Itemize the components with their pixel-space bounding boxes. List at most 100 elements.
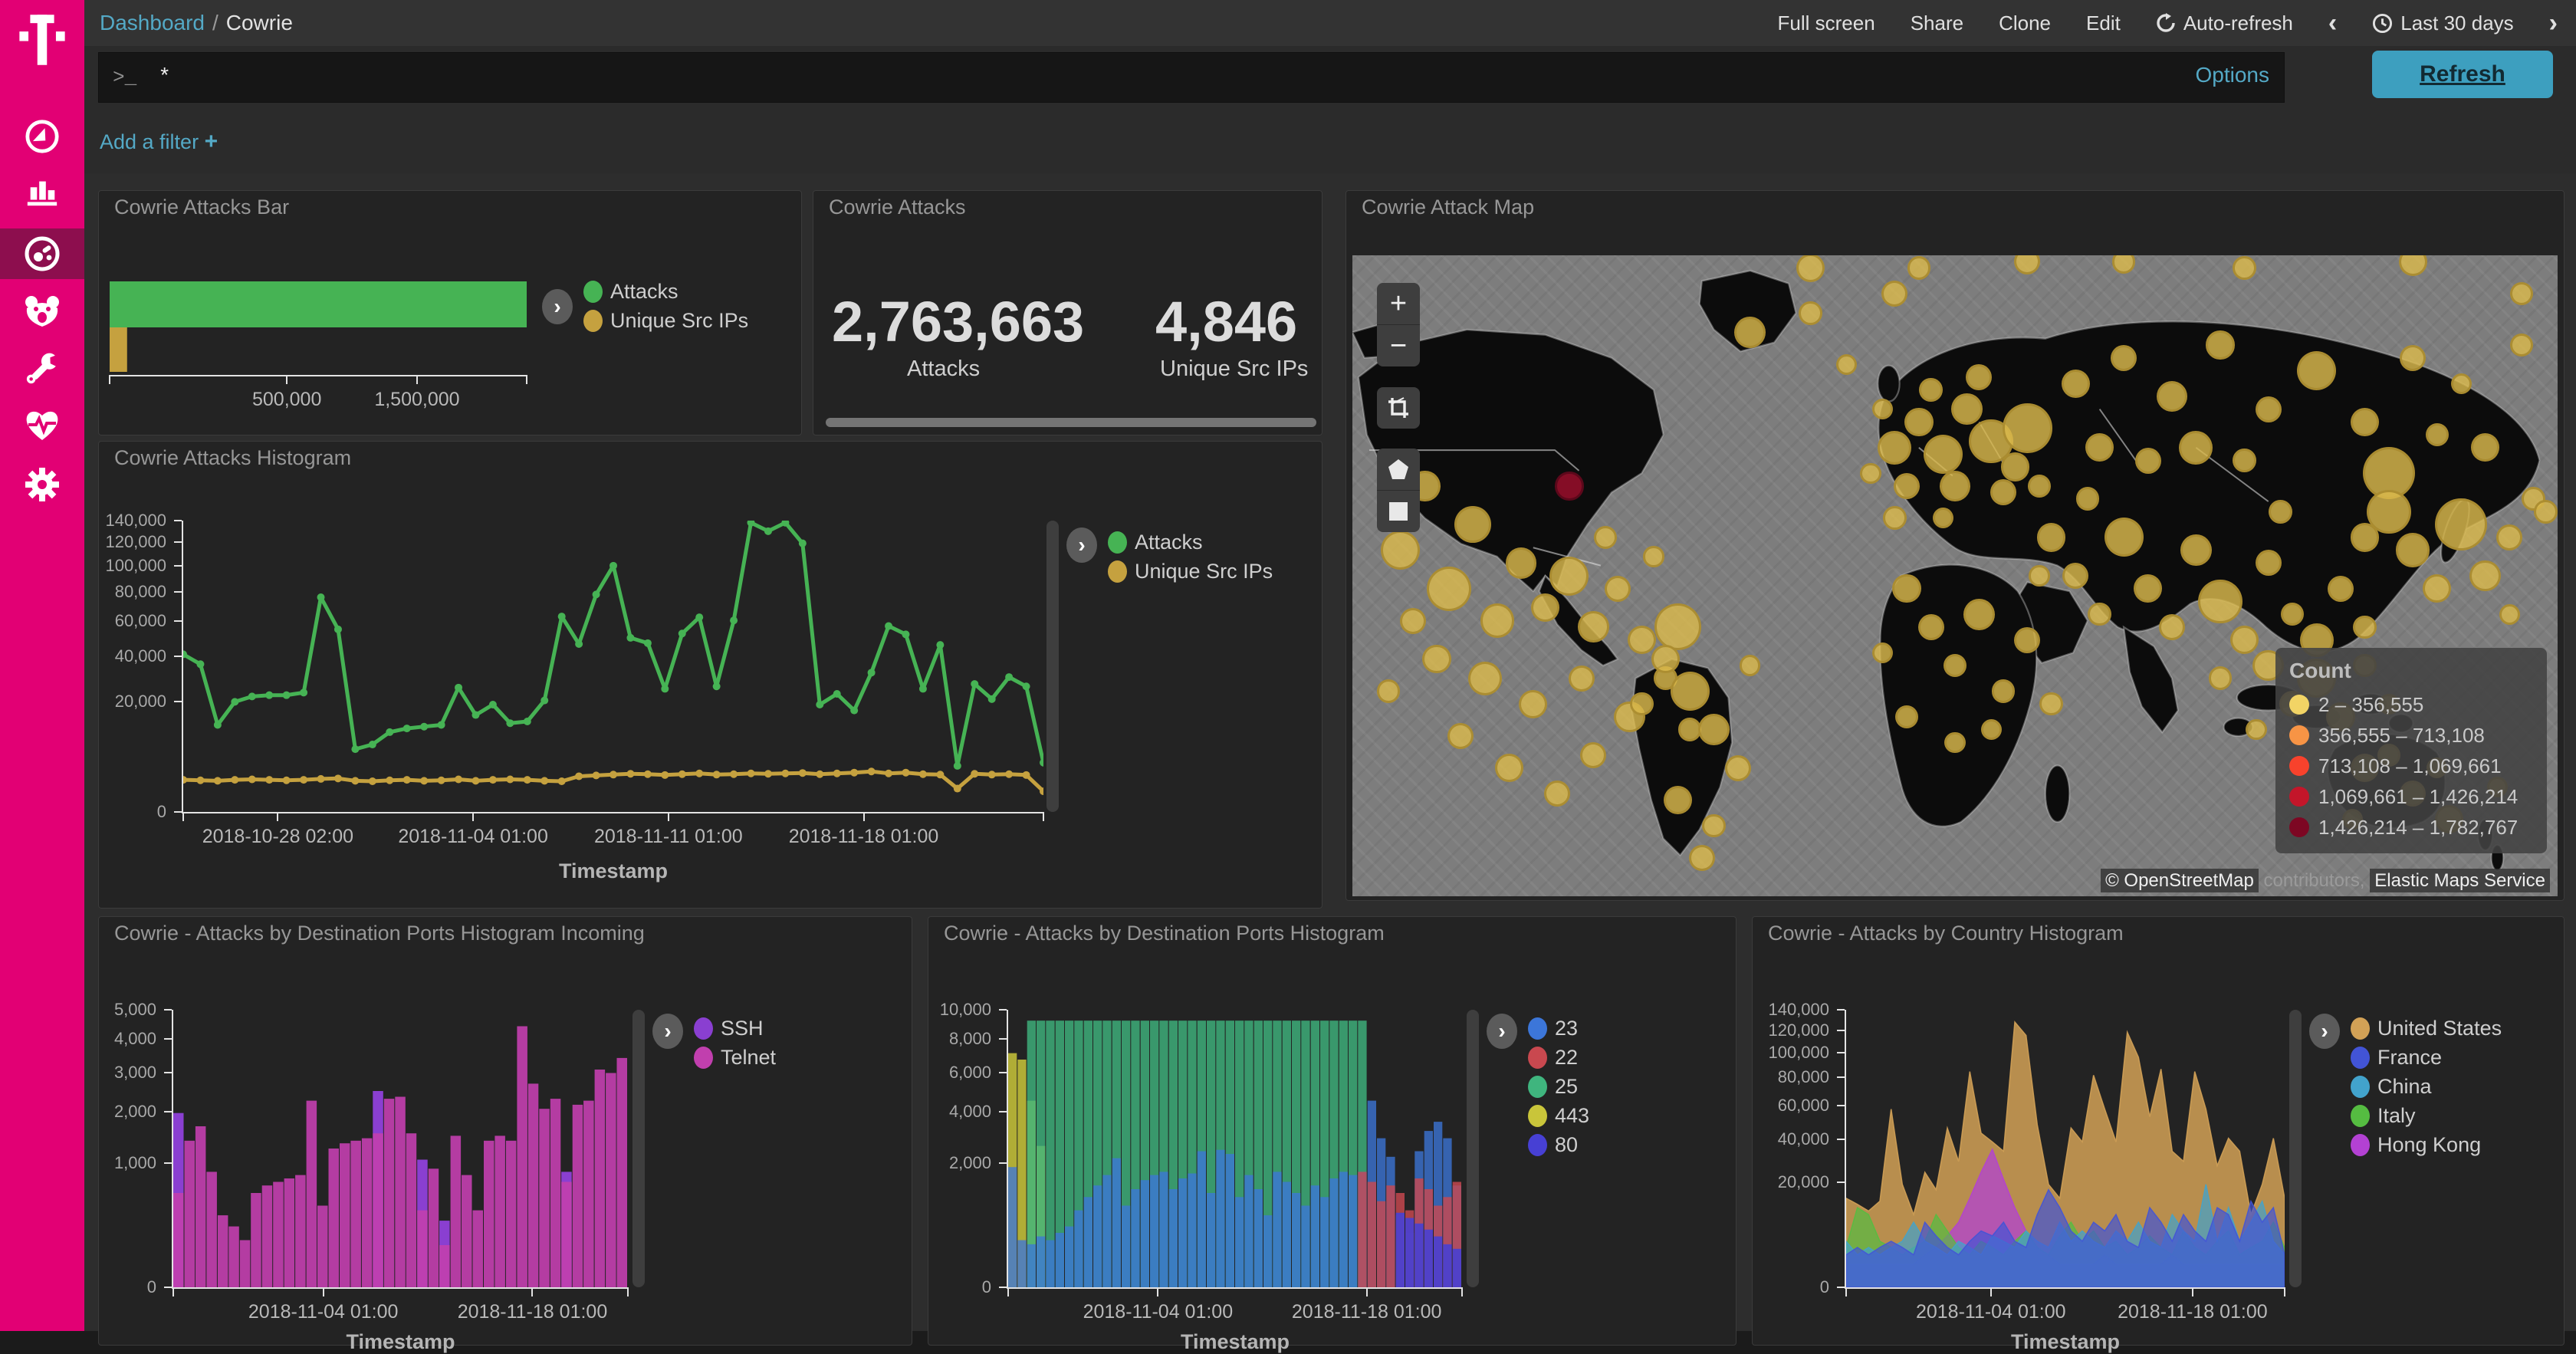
legend-toggle-chevron[interactable]: ›: [652, 1014, 683, 1049]
attack-origin-bubble[interactable]: [2246, 719, 2266, 740]
attack-origin-bubble[interactable]: [1944, 732, 1965, 753]
attack-origin-bubble[interactable]: [2351, 408, 2379, 436]
legend-item[interactable]: Unique Src IPs: [1108, 557, 1273, 586]
time-back-arrow[interactable]: ‹: [2328, 13, 2337, 33]
legend-item[interactable]: Unique Src IPs: [583, 306, 748, 335]
attack-origin-bubble[interactable]: [2256, 396, 2282, 422]
options-link[interactable]: Options: [2196, 63, 2270, 87]
attack-origin-bubble[interactable]: [2014, 627, 2040, 653]
attack-origin-bubble[interactable]: [2209, 666, 2233, 690]
attack-origin-bubble[interactable]: [2111, 345, 2137, 371]
attack-origin-bubble[interactable]: [2179, 431, 2213, 465]
horizontal-scrollbar[interactable]: [826, 418, 1316, 427]
attack-origin-bubble[interactable]: [2206, 330, 2234, 359]
attack-origin-bubble[interactable]: [1400, 608, 1426, 634]
legend-item[interactable]: France: [2351, 1043, 2502, 1072]
attack-origin-bubble[interactable]: [1981, 719, 2002, 740]
attack-origin-bubble[interactable]: [1427, 567, 1471, 611]
attack-origin-bubble[interactable]: [1883, 506, 1907, 530]
country-area-chart[interactable]: [1846, 1010, 2285, 1287]
attack-origin-bubble[interactable]: [1878, 431, 1911, 465]
attack-origin-bubble[interactable]: [1872, 642, 1893, 663]
attacks-bar-chart[interactable]: [110, 281, 527, 373]
attack-origin-bubble[interactable]: [2233, 256, 2256, 280]
attack-origin-bubble[interactable]: [1904, 408, 1933, 436]
attack-origin-bubble[interactable]: [2104, 518, 2144, 557]
legend-scrollbar[interactable]: [1467, 1010, 1479, 1287]
attack-origin-bubble[interactable]: [1377, 679, 1401, 703]
attack-origin-bubble[interactable]: [1643, 546, 1664, 567]
time-forward-arrow[interactable]: ›: [2549, 13, 2558, 33]
breadcrumb-dashboard-link[interactable]: Dashboard: [100, 11, 205, 35]
panel-attacks-histogram[interactable]: Cowrie Attacks Histogram › AttacksUnique…: [98, 441, 1322, 909]
attacks-line-chart[interactable]: [183, 521, 1043, 812]
legend-item[interactable]: 23: [1528, 1014, 1589, 1043]
panel-country-histogram[interactable]: Cowrie - Attacks by Country Histogram › …: [1752, 916, 2564, 1346]
attack-origin-bubble[interactable]: [1671, 672, 1710, 711]
attack-origin-bubble[interactable]: [2003, 403, 2052, 453]
auto-refresh-button[interactable]: Auto-refresh: [2156, 12, 2293, 35]
full-screen-button[interactable]: Full screen: [1778, 12, 1875, 35]
legend-item[interactable]: Telnet: [694, 1043, 776, 1072]
ports-incoming-bar-chart[interactable]: [173, 1010, 628, 1287]
panel-ports-histogram[interactable]: Cowrie - Attacks by Destination Ports Hi…: [928, 916, 1737, 1346]
map-polygon-tool-button[interactable]: [1377, 449, 1420, 490]
attack-origin-bubble[interactable]: [1578, 611, 1609, 642]
attack-origin-bubble[interactable]: [1924, 435, 1963, 474]
legend-item[interactable]: Hong Kong: [2351, 1130, 2502, 1159]
attack-origin-bubble[interactable]: [2180, 534, 2212, 566]
attack-origin-bubble[interactable]: [2076, 487, 2100, 511]
legend-toggle-chevron[interactable]: ›: [1487, 1014, 1517, 1049]
time-range-picker[interactable]: Last 30 days: [2372, 12, 2513, 35]
attack-origin-bubble[interactable]: [2534, 500, 2558, 524]
attack-origin-bubble[interactable]: [1480, 603, 1514, 637]
map-box-select-button[interactable]: [1377, 387, 1420, 429]
legend-item[interactable]: SSH: [694, 1014, 776, 1043]
sidebar-item-dashboard[interactable]: [0, 228, 84, 279]
attack-origin-bubble[interactable]: [1992, 679, 2016, 703]
sidebar-item-management[interactable]: [0, 460, 84, 509]
attack-origin-bubble[interactable]: [1630, 692, 1654, 716]
attack-origin-bubble[interactable]: [2135, 448, 2161, 474]
attack-origin-bubble[interactable]: [2256, 550, 2282, 576]
panel-attack-map[interactable]: Cowrie Attack Map: [1346, 190, 2564, 901]
attack-origin-bubble[interactable]: [1918, 614, 1944, 640]
legend-scrollbar[interactable]: [632, 1010, 645, 1287]
attack-origin-bubble[interactable]: [1689, 845, 1715, 871]
legend-item[interactable]: 22: [1528, 1043, 1589, 1072]
panel-attacks-bar[interactable]: Cowrie Attacks Bar › AttacksUnique Src I…: [98, 190, 802, 435]
attack-origin-bubble[interactable]: [2037, 523, 2065, 551]
panel-ports-incoming[interactable]: Cowrie - Attacks by Destination Ports Hi…: [98, 916, 912, 1346]
add-filter-link[interactable]: Add a filter +: [100, 129, 218, 155]
legend-item[interactable]: Attacks: [1108, 527, 1273, 557]
attack-origin-bubble[interactable]: [1628, 626, 1656, 654]
attack-origin-bubble[interactable]: [2451, 373, 2472, 394]
attack-origin-bubble[interactable]: [2396, 533, 2430, 567]
legend-scrollbar[interactable]: [2289, 1010, 2302, 1287]
sidebar-item-timelion[interactable]: [0, 287, 84, 336]
world-map[interactable]: + −: [1352, 255, 2558, 896]
attack-origin-bubble[interactable]: [1836, 354, 1857, 375]
attack-origin-bubble[interactable]: [2353, 616, 2377, 639]
legend-item[interactable]: 80: [1528, 1130, 1589, 1159]
attack-origin-bubble[interactable]: [1605, 576, 1631, 602]
attack-origin-bubble[interactable]: [2088, 603, 2111, 626]
attack-origin-bubble[interactable]: [1702, 814, 1726, 838]
attack-origin-bubble[interactable]: [2499, 604, 2520, 625]
map-zoom-in-button[interactable]: +: [1377, 283, 1420, 324]
elastic-maps-link[interactable]: Elastic Maps Service: [2370, 869, 2550, 892]
legend-item[interactable]: Italy: [2351, 1101, 2502, 1130]
attack-origin-bubble[interactable]: [1468, 662, 1502, 695]
attack-origin-bubble[interactable]: [1799, 301, 1822, 325]
attack-origin-bubble[interactable]: [1569, 665, 1595, 692]
attack-origin-bubble[interactable]: [1907, 256, 1931, 280]
attack-origin-bubble[interactable]: [1892, 574, 1921, 603]
attack-origin-bubble[interactable]: [2159, 614, 2185, 640]
attack-origin-bubble[interactable]: [1725, 755, 1751, 781]
legend-toggle-chevron[interactable]: ›: [542, 289, 573, 324]
share-button[interactable]: Share: [1911, 12, 1963, 35]
attack-origin-bubble[interactable]: [1734, 317, 1766, 348]
attack-origin-bubble[interactable]: [2469, 560, 2501, 592]
map-zoom-out-button[interactable]: −: [1377, 324, 1420, 366]
sidebar-item-visualize[interactable]: [0, 167, 84, 216]
